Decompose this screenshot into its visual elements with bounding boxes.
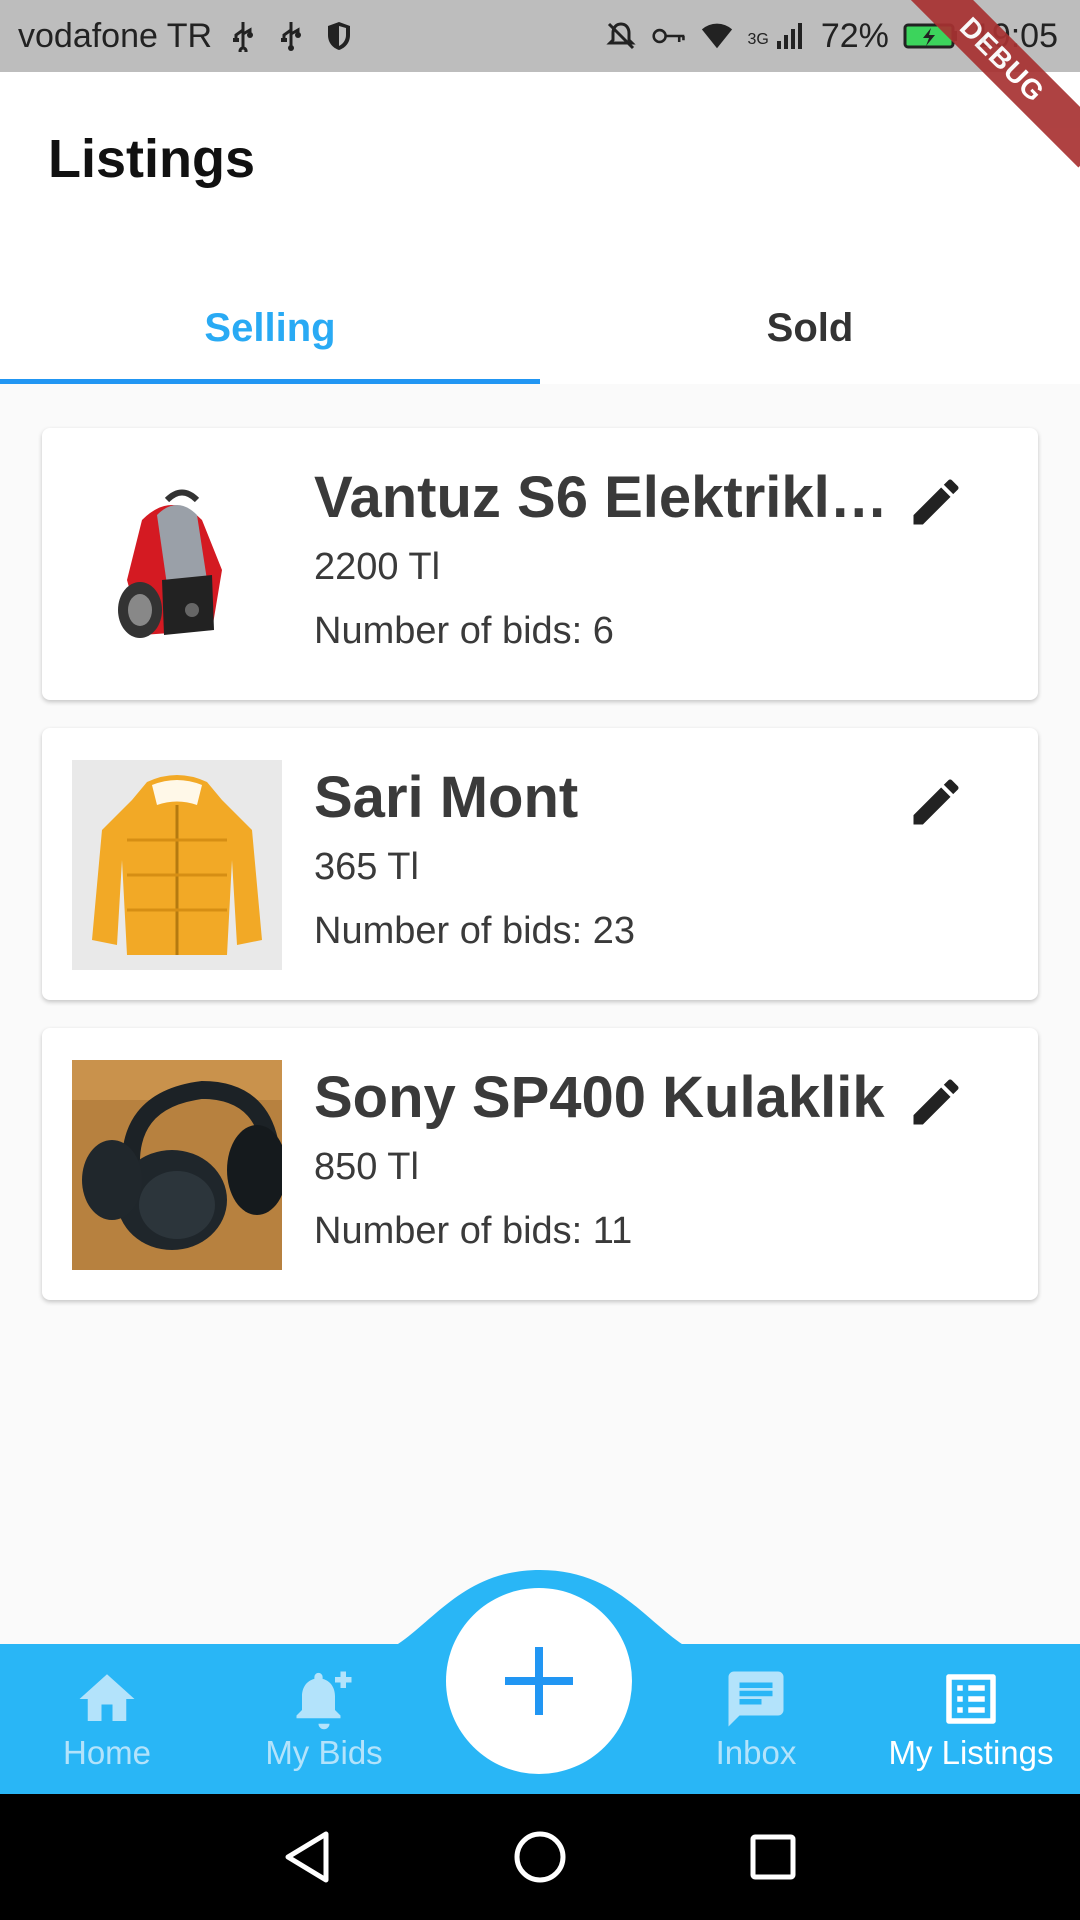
tab-sold[interactable]: Sold	[540, 272, 1080, 384]
listing-bids: Number of bids: 23	[314, 910, 636, 952]
listing-card[interactable]: Sari Mont 365 Tl Number of bids: 23	[42, 728, 1038, 1000]
mute-icon	[604, 19, 638, 53]
recents-icon[interactable]	[743, 1827, 803, 1887]
chat-icon	[728, 1671, 784, 1727]
add-listing-button[interactable]	[446, 1588, 632, 1774]
home-icon	[79, 1674, 135, 1721]
listing-title: Vantuz S6 Elektrikli Süpürge	[314, 465, 894, 530]
usb-icon	[226, 19, 260, 53]
page-title: Listings	[48, 129, 256, 189]
edit-icon[interactable]	[906, 772, 966, 832]
nav-my-bids-label: My Bids	[265, 1734, 383, 1771]
listing-bids: Number of bids: 11	[314, 1210, 633, 1252]
listings-list: Vantuz S6 Elektrikli Süpürge 2200 Tl Num…	[42, 428, 1038, 1328]
nav-inbox[interactable]: Inbox	[661, 1666, 851, 1784]
vpn-key-icon	[651, 19, 686, 53]
nav-my-listings[interactable]: My Listings	[876, 1666, 1066, 1784]
listing-title: Sony SP400 Kulaklik	[314, 1065, 885, 1130]
bell-plus-icon	[296, 1671, 352, 1730]
nav-my-listings-label: My Listings	[888, 1734, 1054, 1771]
listing-title: Sari Mont	[314, 765, 579, 830]
listing-card[interactable]: Vantuz S6 Elektrikli Süpürge 2200 Tl Num…	[42, 428, 1038, 700]
status-bar: vodafone TR 3G 72% 19:05	[0, 0, 1080, 72]
usb-icon	[274, 19, 308, 53]
listing-card[interactable]: Sony SP400 Kulaklik 850 Tl Number of bid…	[42, 1028, 1038, 1300]
headphones-image	[72, 1060, 282, 1270]
nav-home-label: Home	[62, 1734, 152, 1771]
home-circle-icon[interactable]	[510, 1827, 570, 1887]
nav-my-bids[interactable]: My Bids	[229, 1666, 419, 1784]
shield-icon	[322, 19, 356, 53]
carrier-label: vodafone TR	[18, 16, 213, 55]
listing-bids: Number of bids: 6	[314, 610, 614, 652]
back-icon[interactable]	[277, 1827, 337, 1887]
plus-icon	[505, 1647, 573, 1715]
wifi-icon	[700, 19, 734, 53]
app-bar: Listings Selling Sold	[0, 72, 1080, 384]
edit-icon[interactable]	[906, 472, 966, 532]
edit-icon[interactable]	[906, 1072, 966, 1132]
tab-selling[interactable]: Selling	[0, 272, 540, 384]
signal-icon	[773, 19, 807, 53]
listing-price: 2200 Tl	[314, 546, 441, 588]
tab-bar: Selling Sold	[0, 272, 1080, 384]
vacuum-cleaner-image	[72, 460, 282, 670]
listing-price: 365 Tl	[314, 846, 419, 888]
list-icon	[946, 1674, 996, 1724]
yellow-jacket-image	[72, 760, 282, 970]
system-navigation-bar	[0, 1794, 1080, 1920]
nav-home[interactable]: Home	[12, 1666, 202, 1784]
battery-percent: 72%	[820, 16, 889, 55]
listing-price: 850 Tl	[314, 1146, 419, 1188]
nav-inbox-label: Inbox	[715, 1734, 797, 1771]
network-type: 3G	[747, 30, 769, 48]
